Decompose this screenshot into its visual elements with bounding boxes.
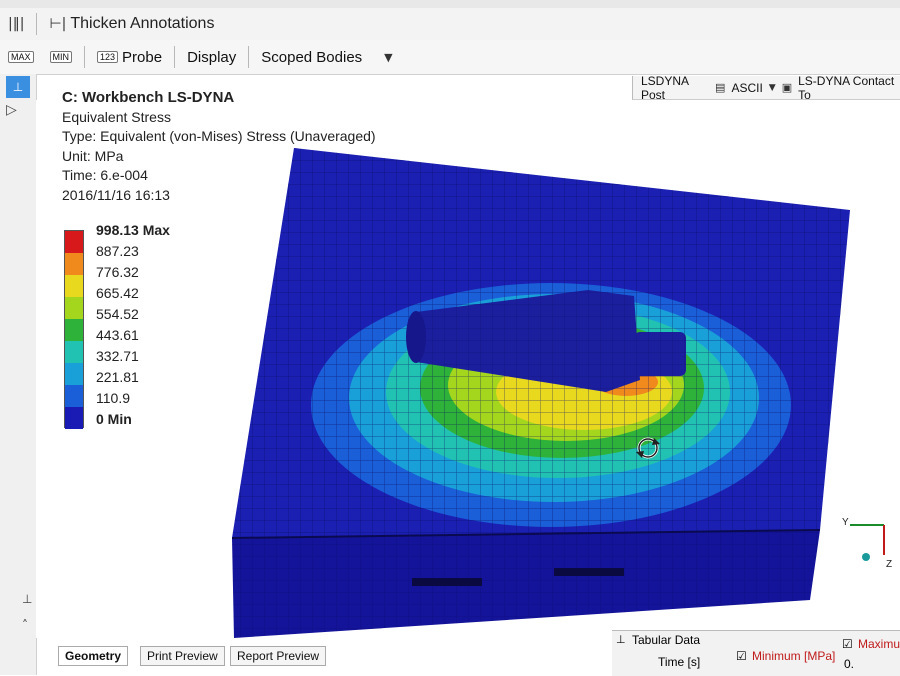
- ascii-dropdown[interactable]: ASCII: [731, 81, 762, 95]
- front-mesh: [232, 530, 820, 638]
- scoped-bodies-label: Scoped Bodies: [261, 48, 363, 66]
- legend-level: 110.9: [96, 390, 130, 406]
- tab-geometry[interactable]: Geometry: [58, 646, 129, 666]
- legend-level: 554.52: [96, 306, 139, 322]
- result-timestamp: 2016/11/16 16:13: [62, 186, 170, 203]
- tabular-data-panel: ⊥ Tabular Data Time [s] ☑ Minimum [MPa] …: [612, 630, 900, 676]
- legend-swatch: [65, 297, 83, 319]
- chevron-down-icon: ▼: [768, 82, 776, 93]
- chevron-up-icon[interactable]: ˄: [22, 618, 28, 632]
- column-header-time[interactable]: Time [s]: [658, 655, 700, 669]
- outline-panel-strip: ⊥ ▷: [0, 74, 37, 675]
- legend-swatch: [65, 341, 83, 363]
- legend-level: 776.32: [96, 264, 139, 280]
- contact-icon: ▣: [781, 81, 793, 94]
- checkbox-max[interactable]: ☑: [842, 637, 853, 651]
- result-info-block: C: Workbench LS-DYNA Equivalent Stress T…: [62, 88, 376, 205]
- pin-icon[interactable]: ⊥: [22, 592, 32, 606]
- probe-icon: 123: [97, 51, 119, 63]
- tree-node-icon[interactable]: ▷: [6, 102, 17, 118]
- legend-max-label: 998.13 Max: [96, 222, 170, 238]
- results-extension-toolbar: LSDYNA Post ▤ ASCII ▼ ▣ LS-DYNA Contact …: [632, 74, 900, 102]
- legend-level: 443.61: [96, 327, 139, 343]
- divider: [174, 46, 176, 68]
- legend-min-label: 0 Min: [96, 411, 132, 427]
- lsdyna-post-button[interactable]: LSDYNA Post: [641, 74, 709, 102]
- system-title: C: Workbench LS-DYNA: [62, 89, 235, 106]
- legend-swatch: [65, 385, 83, 407]
- pin-icon[interactable]: ⊥: [6, 76, 30, 98]
- max-label: MAX: [8, 51, 34, 63]
- result-name: Equivalent Stress: [62, 108, 171, 125]
- min-label: MIN: [49, 51, 73, 63]
- result-time: Time: 6.e-004: [62, 167, 148, 183]
- y-axis-label: Y: [842, 517, 849, 528]
- tab-report-preview[interactable]: Report Preview: [230, 646, 327, 666]
- slot: [554, 568, 624, 576]
- legend-swatch: [65, 319, 83, 341]
- legend-swatch: [65, 275, 83, 297]
- legend-level: 887.23: [96, 243, 139, 259]
- legend-swatch: [65, 231, 83, 253]
- min-button[interactable]: MIN: [42, 51, 81, 63]
- result-type: Type: Equivalent (von-Mises) Stress (Una…: [62, 128, 376, 144]
- table-cell: 0.: [844, 657, 855, 671]
- viewport-tabs: Geometry Print Preview Report Preview: [40, 640, 640, 675]
- legend-swatch: [65, 253, 83, 275]
- lsdyna-contact-button[interactable]: LS-DYNA Contact To: [798, 74, 900, 102]
- origin-marker: [862, 553, 870, 561]
- chevron-down-icon: ▼: [384, 50, 393, 64]
- column-header-max[interactable]: Maximum: [858, 637, 900, 651]
- pin-icon[interactable]: ⊥: [616, 633, 626, 646]
- legend-level: 332.71: [96, 348, 139, 364]
- max-button[interactable]: MAX: [0, 51, 42, 63]
- tab-print-preview[interactable]: Print Preview: [140, 646, 225, 666]
- divider: [84, 46, 86, 68]
- divider: [248, 46, 250, 68]
- z-axis-label: Z: [886, 559, 892, 570]
- display-label: Display: [187, 48, 237, 66]
- tabular-title: Tabular Data: [632, 633, 701, 647]
- ascii-icon: ▤: [715, 81, 726, 94]
- result-toolbar: MAX MIN 123 Probe Display Scoped Bodies …: [0, 40, 900, 75]
- checkbox-min[interactable]: ☑: [736, 649, 747, 663]
- probe-label: Probe: [122, 48, 163, 66]
- result-unit: Unit: MPa: [62, 147, 124, 164]
- legend-color-bar: [64, 230, 84, 429]
- divider: [36, 13, 38, 35]
- column-header-min[interactable]: Minimum [MPa]: [752, 649, 835, 663]
- axis-triad[interactable]: Y Z: [840, 515, 900, 580]
- thicken-label: Thicken Annotations: [70, 15, 215, 32]
- legend-level: 221.81: [96, 369, 139, 385]
- annotation-toolbar: |‖| ⊢| Thicken Annotations: [0, 8, 900, 41]
- thicken-icon: ⊢|: [49, 16, 67, 32]
- display-button[interactable]: Display: [179, 49, 244, 66]
- probe-button[interactable]: 123 Probe: [89, 49, 170, 66]
- scoped-bodies-dropdown[interactable]: Scoped Bodies ▼: [253, 49, 400, 66]
- legend-swatch: [65, 407, 83, 429]
- slot: [412, 578, 482, 586]
- split-icon[interactable]: |‖|: [0, 16, 32, 32]
- legend-level: 665.42: [96, 285, 139, 301]
- thicken-annotations-button[interactable]: ⊢| Thicken Annotations: [41, 15, 222, 33]
- legend-swatch: [65, 363, 83, 385]
